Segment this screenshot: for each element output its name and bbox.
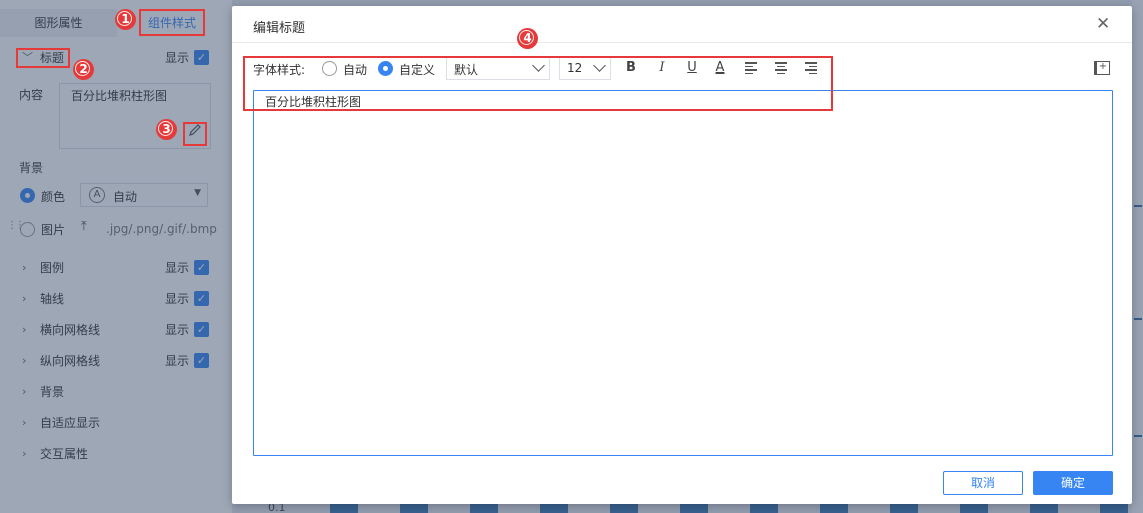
annotation-badge-2: 2	[73, 59, 94, 80]
confirm-button[interactable]: 确定	[1033, 471, 1113, 495]
annotation-box-3	[183, 122, 207, 146]
annotation-box-2	[16, 48, 70, 68]
title-editor[interactable]: 百分比堆积柱形图	[253, 90, 1113, 456]
annotation-box-4	[243, 56, 833, 111]
insert-field-icon[interactable]: +	[1094, 61, 1110, 75]
annotation-badge-3: 3	[156, 119, 177, 140]
annotation-badge-1: 1	[115, 9, 136, 30]
close-icon[interactable]: ✕	[1096, 14, 1110, 34]
dialog-divider	[232, 42, 1132, 43]
dialog-title: 编辑标题	[253, 21, 306, 36]
annotation-box-1	[139, 9, 205, 36]
annotation-badge-4: 4	[517, 28, 538, 49]
cancel-button[interactable]: 取消	[943, 471, 1023, 495]
